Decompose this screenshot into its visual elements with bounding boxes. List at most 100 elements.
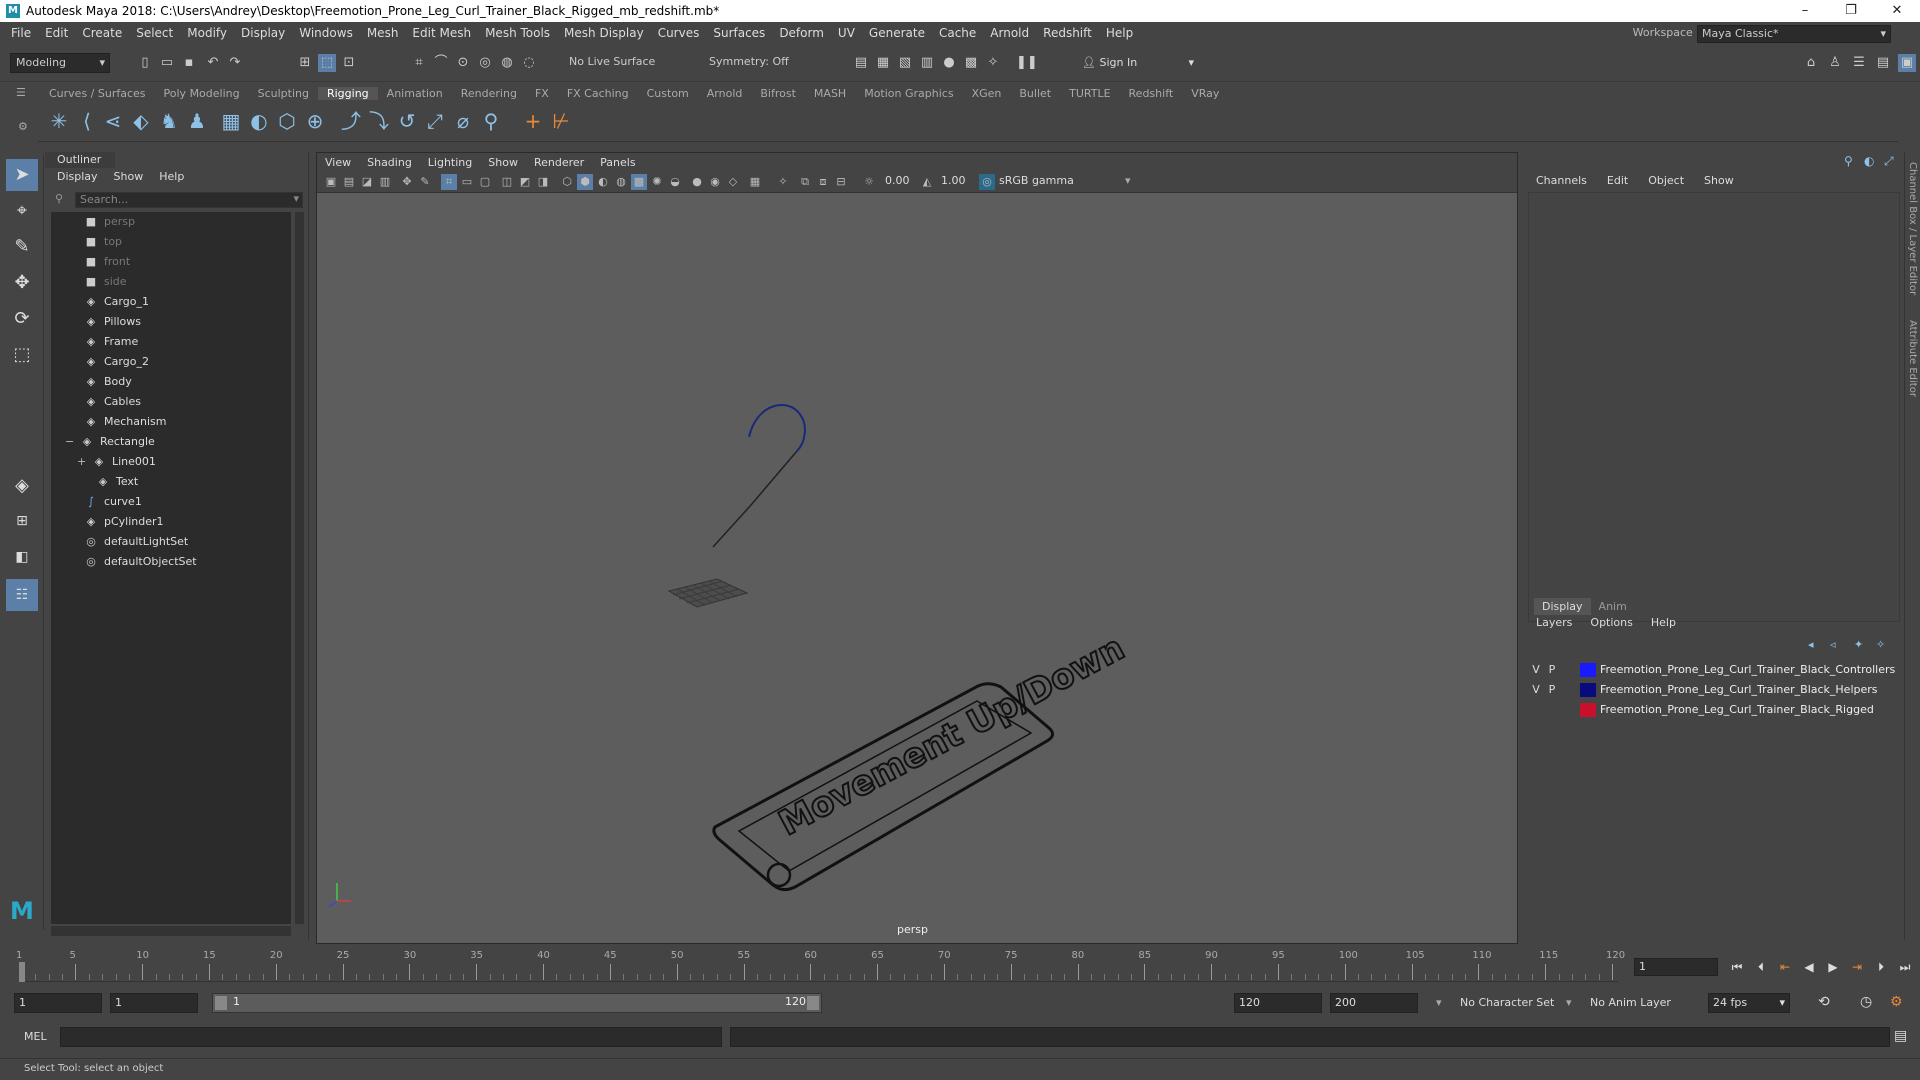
chevron-down-icon[interactable]: ▾ <box>1436 996 1442 1009</box>
layer-row[interactable]: Freemotion_Prone_Leg_Curl_Trainer_Black_… <box>1528 700 1900 720</box>
channel-box-toggle-icon[interactable]: ▣ <box>1898 54 1916 72</box>
shelf-tab-sculpting[interactable]: Sculpting <box>249 87 318 100</box>
image-plane-icon[interactable]: ▥ <box>377 174 393 190</box>
menu-redshift[interactable]: Redshift <box>1036 26 1099 40</box>
movement-label-rectangle[interactable]: Movement Up/Down <box>712 627 1132 892</box>
field-chart-icon[interactable]: ◩ <box>517 174 533 190</box>
layer-row[interactable]: V P Freemotion_Prone_Leg_Curl_Trainer_Blac… <box>1528 660 1900 680</box>
sculpt-deformer-icon[interactable]: ⚲ <box>478 108 504 134</box>
menu-surfaces[interactable]: Surfaces <box>706 26 772 40</box>
ik-handle-icon[interactable]: ⤴ <box>338 108 364 134</box>
shelf-tab-rendering[interactable]: Rendering <box>452 87 526 100</box>
shelf-settings-icon[interactable]: ⚙︎ <box>18 120 28 133</box>
layer-playback-toggle[interactable]: P <box>1544 660 1560 680</box>
menu-edit-mesh[interactable]: Edit Mesh <box>405 26 478 40</box>
rotate-tool-icon[interactable]: ⟳ <box>6 303 38 335</box>
shelf-tab-arnold[interactable]: Arnold <box>698 87 752 100</box>
menu-mesh[interactable]: Mesh <box>360 26 406 40</box>
tab-attribute-editor[interactable]: Attribute Editor <box>1907 320 1918 397</box>
layer-menu-layers[interactable]: Layers <box>1536 616 1572 629</box>
list-item[interactable]: ◈ Cables <box>83 392 141 412</box>
lattice-icon[interactable]: ⬡ <box>274 108 300 134</box>
bookmark-icon[interactable]: ◪ <box>359 174 375 190</box>
collapse-icon[interactable]: − <box>65 432 79 452</box>
step-back-frame-icon[interactable]: ⏴ <box>1752 958 1770 976</box>
list-item[interactable]: ◈ Cargo_1 <box>83 292 149 312</box>
human-ik-icon[interactable]: ♙ <box>1826 54 1844 72</box>
list-item[interactable]: ■ persp <box>83 212 135 232</box>
viewport-menu-show[interactable]: Show <box>488 156 518 169</box>
select-tool-icon[interactable]: ➤ <box>6 159 38 191</box>
move-layer-up-icon[interactable]: ◂ <box>1808 638 1814 651</box>
shelf-tab-fx-caching[interactable]: FX Caching <box>558 87 638 100</box>
channel-box-menu-show[interactable]: Show <box>1704 174 1734 187</box>
create-empty-layer-icon[interactable]: ✦ <box>1854 638 1863 651</box>
current-frame-field[interactable]: 1 <box>1634 958 1718 976</box>
list-item[interactable]: ◈ Frame <box>83 332 139 352</box>
fps-select[interactable]: 24 fps ▾ <box>1708 993 1790 1013</box>
high-quality-icon[interactable]: ⊟ <box>833 174 849 190</box>
safe-action-icon[interactable]: ◨ <box>535 174 551 190</box>
character-set-select[interactable]: No Character Set <box>1460 996 1554 1009</box>
wireframe-icon[interactable]: ⬡ <box>559 174 575 190</box>
blend-shape-icon[interactable]: ↺ <box>394 108 420 134</box>
scale-tool-icon[interactable]: ⬚ <box>6 339 38 371</box>
layer-visibility-toggle[interactable]: V <box>1528 660 1544 680</box>
chevron-down-icon[interactable]: ▾ <box>1125 174 1131 187</box>
render-current-icon[interactable]: ▦ <box>874 54 892 72</box>
layer-visibility-toggle[interactable]: V <box>1528 680 1544 700</box>
list-item[interactable]: ■ front <box>83 252 130 272</box>
menu-deform[interactable]: Deform <box>772 26 831 40</box>
menu-create[interactable]: Create <box>75 26 129 40</box>
playback-end-field[interactable]: 120 <box>1234 993 1322 1013</box>
layer-menu-options[interactable]: Options <box>1590 616 1632 629</box>
chevron-down-icon[interactable]: ▾ <box>1566 996 1572 1009</box>
wireframe-on-shaded-icon[interactable]: ◍ <box>613 174 629 190</box>
viewport-menu-panels[interactable]: Panels <box>600 156 635 169</box>
humanik-icon[interactable]: ♟ <box>184 108 210 134</box>
color-management-icon[interactable]: ◎ <box>979 174 995 190</box>
viewport-scene[interactable]: Movement Up/Down <box>317 193 1517 943</box>
list-item[interactable]: ∫ curve1 <box>83 492 142 512</box>
mirror-joint-icon[interactable]: ⋖ <box>100 108 126 134</box>
step-forward-frame-icon[interactable]: ⏵ <box>1872 958 1890 976</box>
snap-surface-icon[interactable]: ◍ <box>498 54 516 72</box>
menu-mesh-display[interactable]: Mesh Display <box>557 26 651 40</box>
ipr-render-icon[interactable]: ▧ <box>896 54 914 72</box>
menu-uv[interactable]: UV <box>831 26 862 40</box>
list-item[interactable]: ◈ Pillows <box>83 312 141 332</box>
layer-color-swatch[interactable] <box>1580 683 1596 697</box>
motion-blur-icon[interactable]: ◉ <box>707 174 723 190</box>
layer-color-swatch[interactable] <box>1580 663 1596 677</box>
viewport-menu-lighting[interactable]: Lighting <box>428 156 472 169</box>
shelf-tab-motion-graphics[interactable]: Motion Graphics <box>855 87 962 100</box>
shelf-tab-bullet[interactable]: Bullet <box>1010 87 1060 100</box>
pause-icon[interactable]: ❚❚ <box>1016 54 1038 72</box>
shelf-tab-animation[interactable]: Animation <box>378 87 452 100</box>
move-layer-down-icon[interactable]: ◃ <box>1830 638 1836 651</box>
time-slider[interactable]: 1 5 10 15 20 25 30 35 40 45 50 55 60 65 70 75 80 85 90 95 10… <box>0 944 1920 984</box>
select-component-icon[interactable]: ⊡ <box>340 54 358 72</box>
isolate-select-icon[interactable]: ▦ <box>747 174 763 190</box>
list-item[interactable]: + ◈ Line001 <box>77 452 156 472</box>
menu-file[interactable]: File <box>4 26 38 40</box>
minimize-button[interactable]: – <box>1782 0 1828 22</box>
symmetry-select[interactable]: Symmetry: Off <box>704 53 804 73</box>
new-scene-icon[interactable]: ▯ <box>136 54 154 72</box>
snap-grid-icon[interactable]: ⌗ <box>410 54 428 72</box>
go-to-end-icon[interactable]: ⏭ <box>1896 958 1914 976</box>
bind-skin-icon[interactable]: ▦ <box>218 108 244 134</box>
layer-menu-help[interactable]: Help <box>1651 616 1676 629</box>
current-time-indicator[interactable] <box>19 962 25 982</box>
anim-layer-select[interactable]: No Anim Layer <box>1590 996 1671 1009</box>
menu-edit[interactable]: Edit <box>38 26 75 40</box>
shelf-tab-vray[interactable]: VRay <box>1182 87 1228 100</box>
select-hierarchy-icon[interactable]: ⊞ <box>296 54 314 72</box>
shelf-tab-custom[interactable]: Custom <box>638 87 698 100</box>
expand-panel-icon[interactable]: ⤢ <box>1884 154 1894 169</box>
range-slider[interactable]: 1 120 <box>212 993 822 1013</box>
range-end-handle[interactable] <box>807 996 819 1010</box>
menu-mesh-tools[interactable]: Mesh Tools <box>478 26 557 40</box>
menu-windows[interactable]: Windows <box>292 26 360 40</box>
lasso-tool-icon[interactable]: ⌖ <box>6 195 38 227</box>
